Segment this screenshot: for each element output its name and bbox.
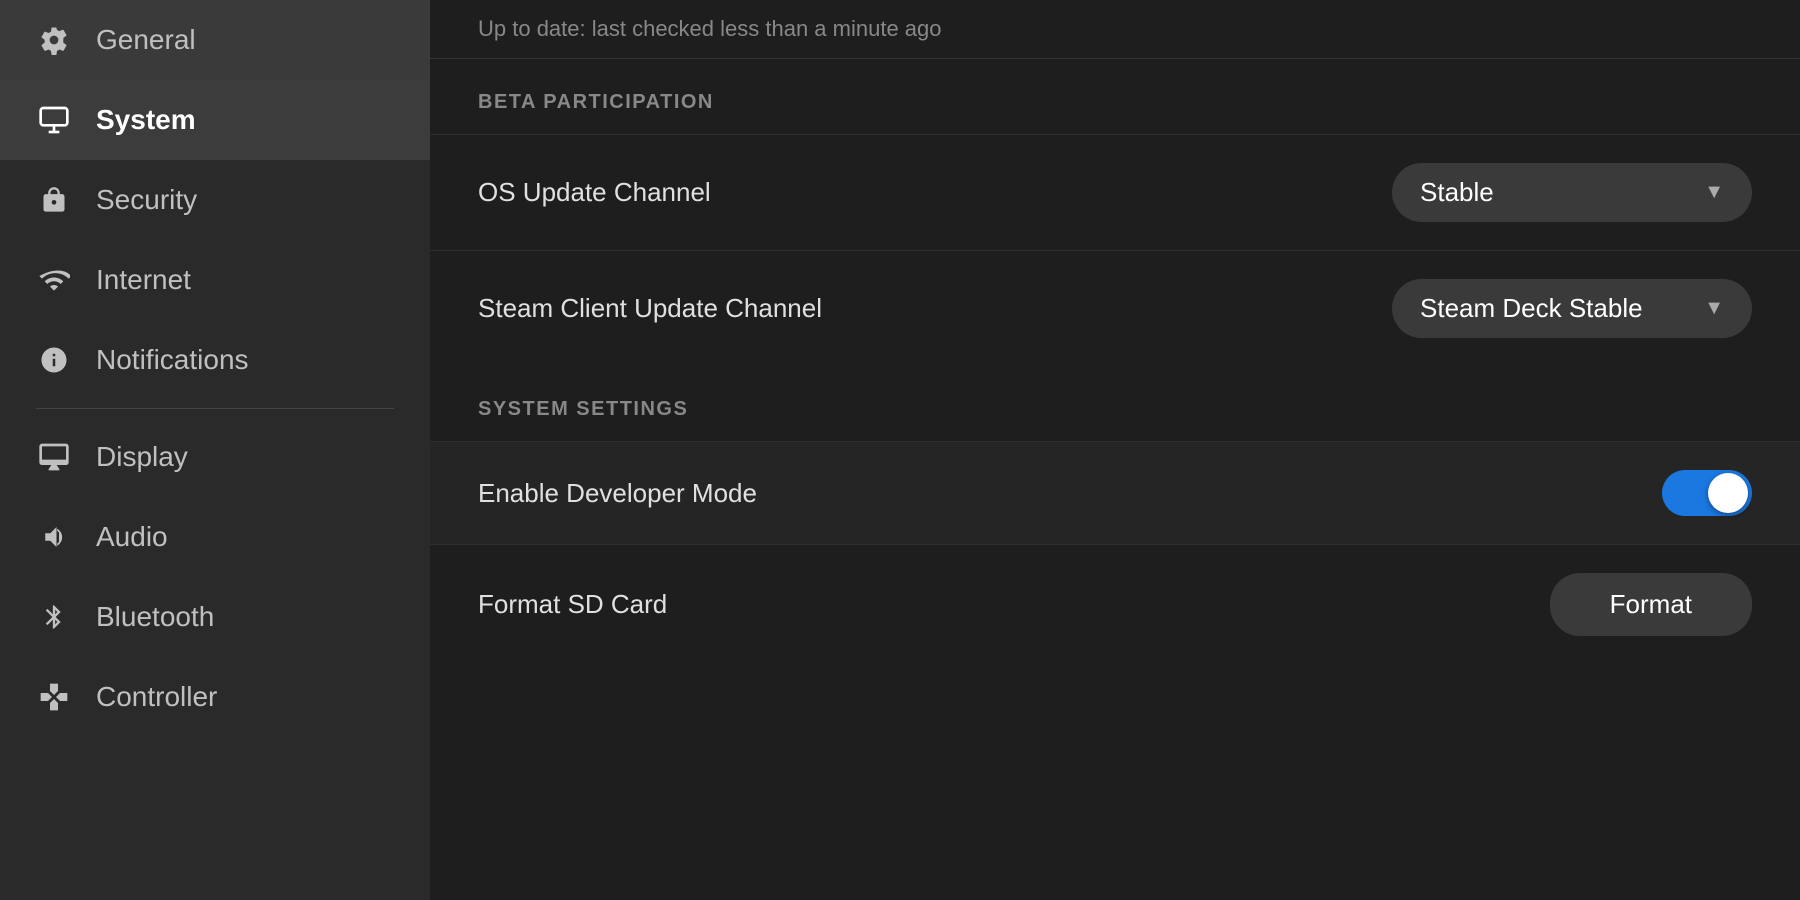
beta-participation-section: BETA PARTICIPATION OS Update Channel Sta… (430, 59, 1800, 366)
sidebar-item-audio[interactable]: Audio (0, 497, 430, 577)
audio-icon (36, 519, 72, 555)
sidebar-item-security[interactable]: Security (0, 160, 430, 240)
info-icon (36, 342, 72, 378)
sidebar-item-display-label: Display (96, 441, 188, 473)
sidebar-item-display[interactable]: Display (0, 417, 430, 497)
bluetooth-icon (36, 599, 72, 635)
beta-participation-header: BETA PARTICIPATION (430, 59, 1800, 134)
steam-client-update-channel-label: Steam Client Update Channel (478, 293, 822, 324)
sidebar-item-controller[interactable]: Controller (0, 657, 430, 737)
sidebar-item-system-label: System (96, 104, 196, 136)
os-update-channel-value: Stable (1420, 177, 1494, 208)
format-sd-card-label: Format SD Card (478, 589, 667, 620)
main-content: Up to date: last checked less than a min… (430, 0, 1800, 900)
steam-client-update-channel-dropdown[interactable]: Steam Deck Stable ▼ (1392, 279, 1752, 338)
sidebar-item-general-label: General (96, 24, 196, 56)
os-update-channel-dropdown[interactable]: Stable ▼ (1392, 163, 1752, 222)
toggle-knob (1708, 473, 1748, 513)
sidebar-item-general[interactable]: General (0, 0, 430, 80)
format-sd-card-row: Format SD Card Format (430, 544, 1800, 664)
sidebar-item-notifications[interactable]: Notifications (0, 320, 430, 400)
sidebar-item-controller-label: Controller (96, 681, 217, 713)
sidebar-item-security-label: Security (96, 184, 197, 216)
system-settings-header: SYSTEM SETTINGS (430, 366, 1800, 441)
dropdown-arrow-2-icon: ▼ (1704, 297, 1724, 320)
status-text: Up to date: last checked less than a min… (478, 16, 942, 41)
system-settings-section: SYSTEM SETTINGS Enable Developer Mode Fo… (430, 366, 1800, 664)
top-status: Up to date: last checked less than a min… (430, 0, 1800, 59)
sidebar-item-internet-label: Internet (96, 264, 191, 296)
dropdown-arrow-icon: ▼ (1704, 181, 1724, 204)
sidebar-item-system[interactable]: System (0, 80, 430, 160)
sidebar-item-bluetooth[interactable]: Bluetooth (0, 577, 430, 657)
steam-client-update-channel-row: Steam Client Update Channel Steam Deck S… (430, 250, 1800, 366)
enable-developer-mode-label: Enable Developer Mode (478, 478, 757, 509)
display-icon (36, 439, 72, 475)
sidebar-item-audio-label: Audio (96, 521, 168, 553)
steam-client-update-channel-value: Steam Deck Stable (1420, 293, 1643, 324)
gear-icon (36, 22, 72, 58)
enable-developer-mode-row: Enable Developer Mode (430, 441, 1800, 544)
wifi-icon (36, 262, 72, 298)
lock-icon (36, 182, 72, 218)
os-update-channel-label: OS Update Channel (478, 177, 711, 208)
sidebar-divider (36, 408, 394, 409)
sidebar: General System Security Internet (0, 0, 430, 900)
sidebar-item-bluetooth-label: Bluetooth (96, 601, 214, 633)
controller-icon (36, 679, 72, 715)
os-update-channel-row: OS Update Channel Stable ▼ (430, 134, 1800, 250)
format-sd-card-button[interactable]: Format (1550, 573, 1752, 636)
sidebar-item-notifications-label: Notifications (96, 344, 249, 376)
enable-developer-mode-toggle[interactable] (1662, 470, 1752, 516)
sidebar-item-internet[interactable]: Internet (0, 240, 430, 320)
system-icon (36, 102, 72, 138)
